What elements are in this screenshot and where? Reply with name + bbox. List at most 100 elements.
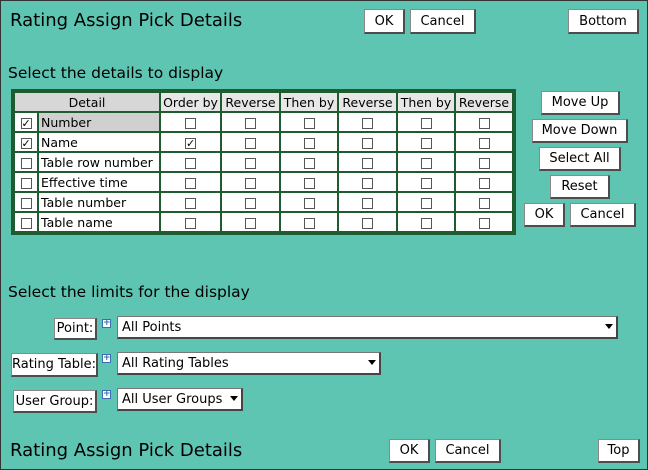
option-cell [337,151,398,173]
user-group-expand-icon[interactable]: + [102,390,111,399]
reverse-checkbox[interactable] [478,177,490,189]
move-up-button[interactable]: Move Up [541,91,620,115]
then-by-checkbox[interactable] [420,157,432,169]
row-include-cell [13,191,39,213]
reverse-checkbox[interactable] [362,177,373,189]
option-cell [396,111,456,133]
option-cell [454,151,514,173]
then-by-checkbox[interactable] [420,177,432,189]
limits-section-title: Select the limits for the display [8,283,250,301]
then-by-checkbox[interactable] [303,157,315,169]
reverse-checkbox[interactable] [362,217,373,229]
then-by-checkbox[interactable] [303,117,315,129]
select-all-button[interactable]: Select All [539,147,621,171]
then-by-checkbox[interactable] [420,137,432,149]
reverse-checkbox[interactable] [478,217,490,229]
reverse-checkbox[interactable] [245,197,256,209]
reverse-checkbox[interactable] [478,197,490,209]
then-by-checkbox[interactable] [303,217,315,229]
order-by-checkbox[interactable] [185,137,196,149]
page-title: Rating Assign Pick Details [10,10,243,31]
cancel-button-top[interactable]: Cancel [410,9,476,34]
table-row: Name [13,131,514,153]
user-group-select-value: All User Groups [122,391,223,407]
option-cell [220,191,281,213]
option-cell [454,211,514,233]
then-by-checkbox[interactable] [420,117,432,129]
table-row: Effective time [13,171,514,193]
reverse-checkbox[interactable] [245,137,256,149]
include-checkbox[interactable] [20,157,32,169]
user-group-select[interactable]: All User Groups [117,388,243,411]
reverse-checkbox[interactable] [478,137,490,149]
order-by-checkbox[interactable] [185,197,196,209]
detail-label[interactable]: Name [37,131,161,153]
include-checkbox[interactable] [20,117,32,129]
user-group-label[interactable]: User Group: [13,390,97,413]
reset-button[interactable]: Reset [550,175,610,199]
then-by-checkbox[interactable] [420,197,432,209]
cancel-button-bottom[interactable]: Cancel [435,439,501,463]
then-by-checkbox[interactable] [420,217,432,229]
then-by-checkbox[interactable] [303,137,315,149]
reverse-checkbox[interactable] [245,117,256,129]
col-header-then-by-1: Then by [279,91,339,113]
detail-label[interactable]: Table name [37,211,161,233]
reverse-checkbox[interactable] [362,117,373,129]
detail-label[interactable]: Table number [37,191,161,213]
order-by-checkbox[interactable] [185,217,196,229]
ok-button-details[interactable]: OK [524,203,565,227]
cancel-button-details[interactable]: Cancel [570,203,636,227]
option-cell [220,211,281,233]
reverse-checkbox[interactable] [478,117,490,129]
reverse-checkbox[interactable] [245,217,256,229]
option-cell [159,211,222,233]
then-by-checkbox[interactable] [303,197,315,209]
option-cell [279,151,339,173]
order-by-checkbox[interactable] [185,177,196,189]
reverse-checkbox[interactable] [245,157,256,169]
option-cell [279,211,339,233]
reverse-checkbox[interactable] [362,137,373,149]
row-include-cell [13,211,39,233]
point-label[interactable]: Point: [54,318,97,340]
reverse-checkbox[interactable] [362,197,373,209]
option-cell [337,111,398,133]
option-cell [220,111,281,133]
table-row: Table row number [13,151,514,173]
footer-title: Rating Assign Pick Details [10,440,243,461]
point-expand-icon[interactable]: + [102,319,111,328]
order-by-checkbox[interactable] [185,117,196,129]
reverse-checkbox[interactable] [245,177,256,189]
rating-table-select[interactable]: All Rating Tables [117,352,381,375]
include-checkbox[interactable] [20,197,32,209]
option-cell [279,171,339,193]
move-down-button[interactable]: Move Down [532,119,628,143]
detail-label[interactable]: Table row number [37,151,161,173]
order-by-checkbox[interactable] [185,157,196,169]
top-button[interactable]: Top [598,439,640,463]
option-cell [279,191,339,213]
include-checkbox[interactable] [20,217,32,229]
detail-label[interactable]: Number [37,111,161,133]
option-cell [454,111,514,133]
col-header-order-by: Order by [159,91,222,113]
row-include-cell [13,131,39,153]
reverse-checkbox[interactable] [362,157,373,169]
then-by-checkbox[interactable] [303,177,315,189]
point-select[interactable]: All Points [117,316,618,339]
option-cell [454,191,514,213]
ok-button-top[interactable]: OK [364,9,405,34]
reverse-checkbox[interactable] [478,157,490,169]
rating-table-label[interactable]: Rating Table: [11,353,98,377]
option-cell [279,111,339,133]
ok-button-bottom[interactable]: OK [389,439,430,463]
include-checkbox[interactable] [20,177,32,189]
option-cell [396,211,456,233]
rating-table-expand-icon[interactable]: + [102,354,111,363]
col-header-reverse-2: Reverse [337,91,398,113]
detail-label[interactable]: Effective time [37,171,161,193]
bottom-button[interactable]: Bottom [568,9,639,34]
include-checkbox[interactable] [20,137,32,149]
option-cell [396,151,456,173]
